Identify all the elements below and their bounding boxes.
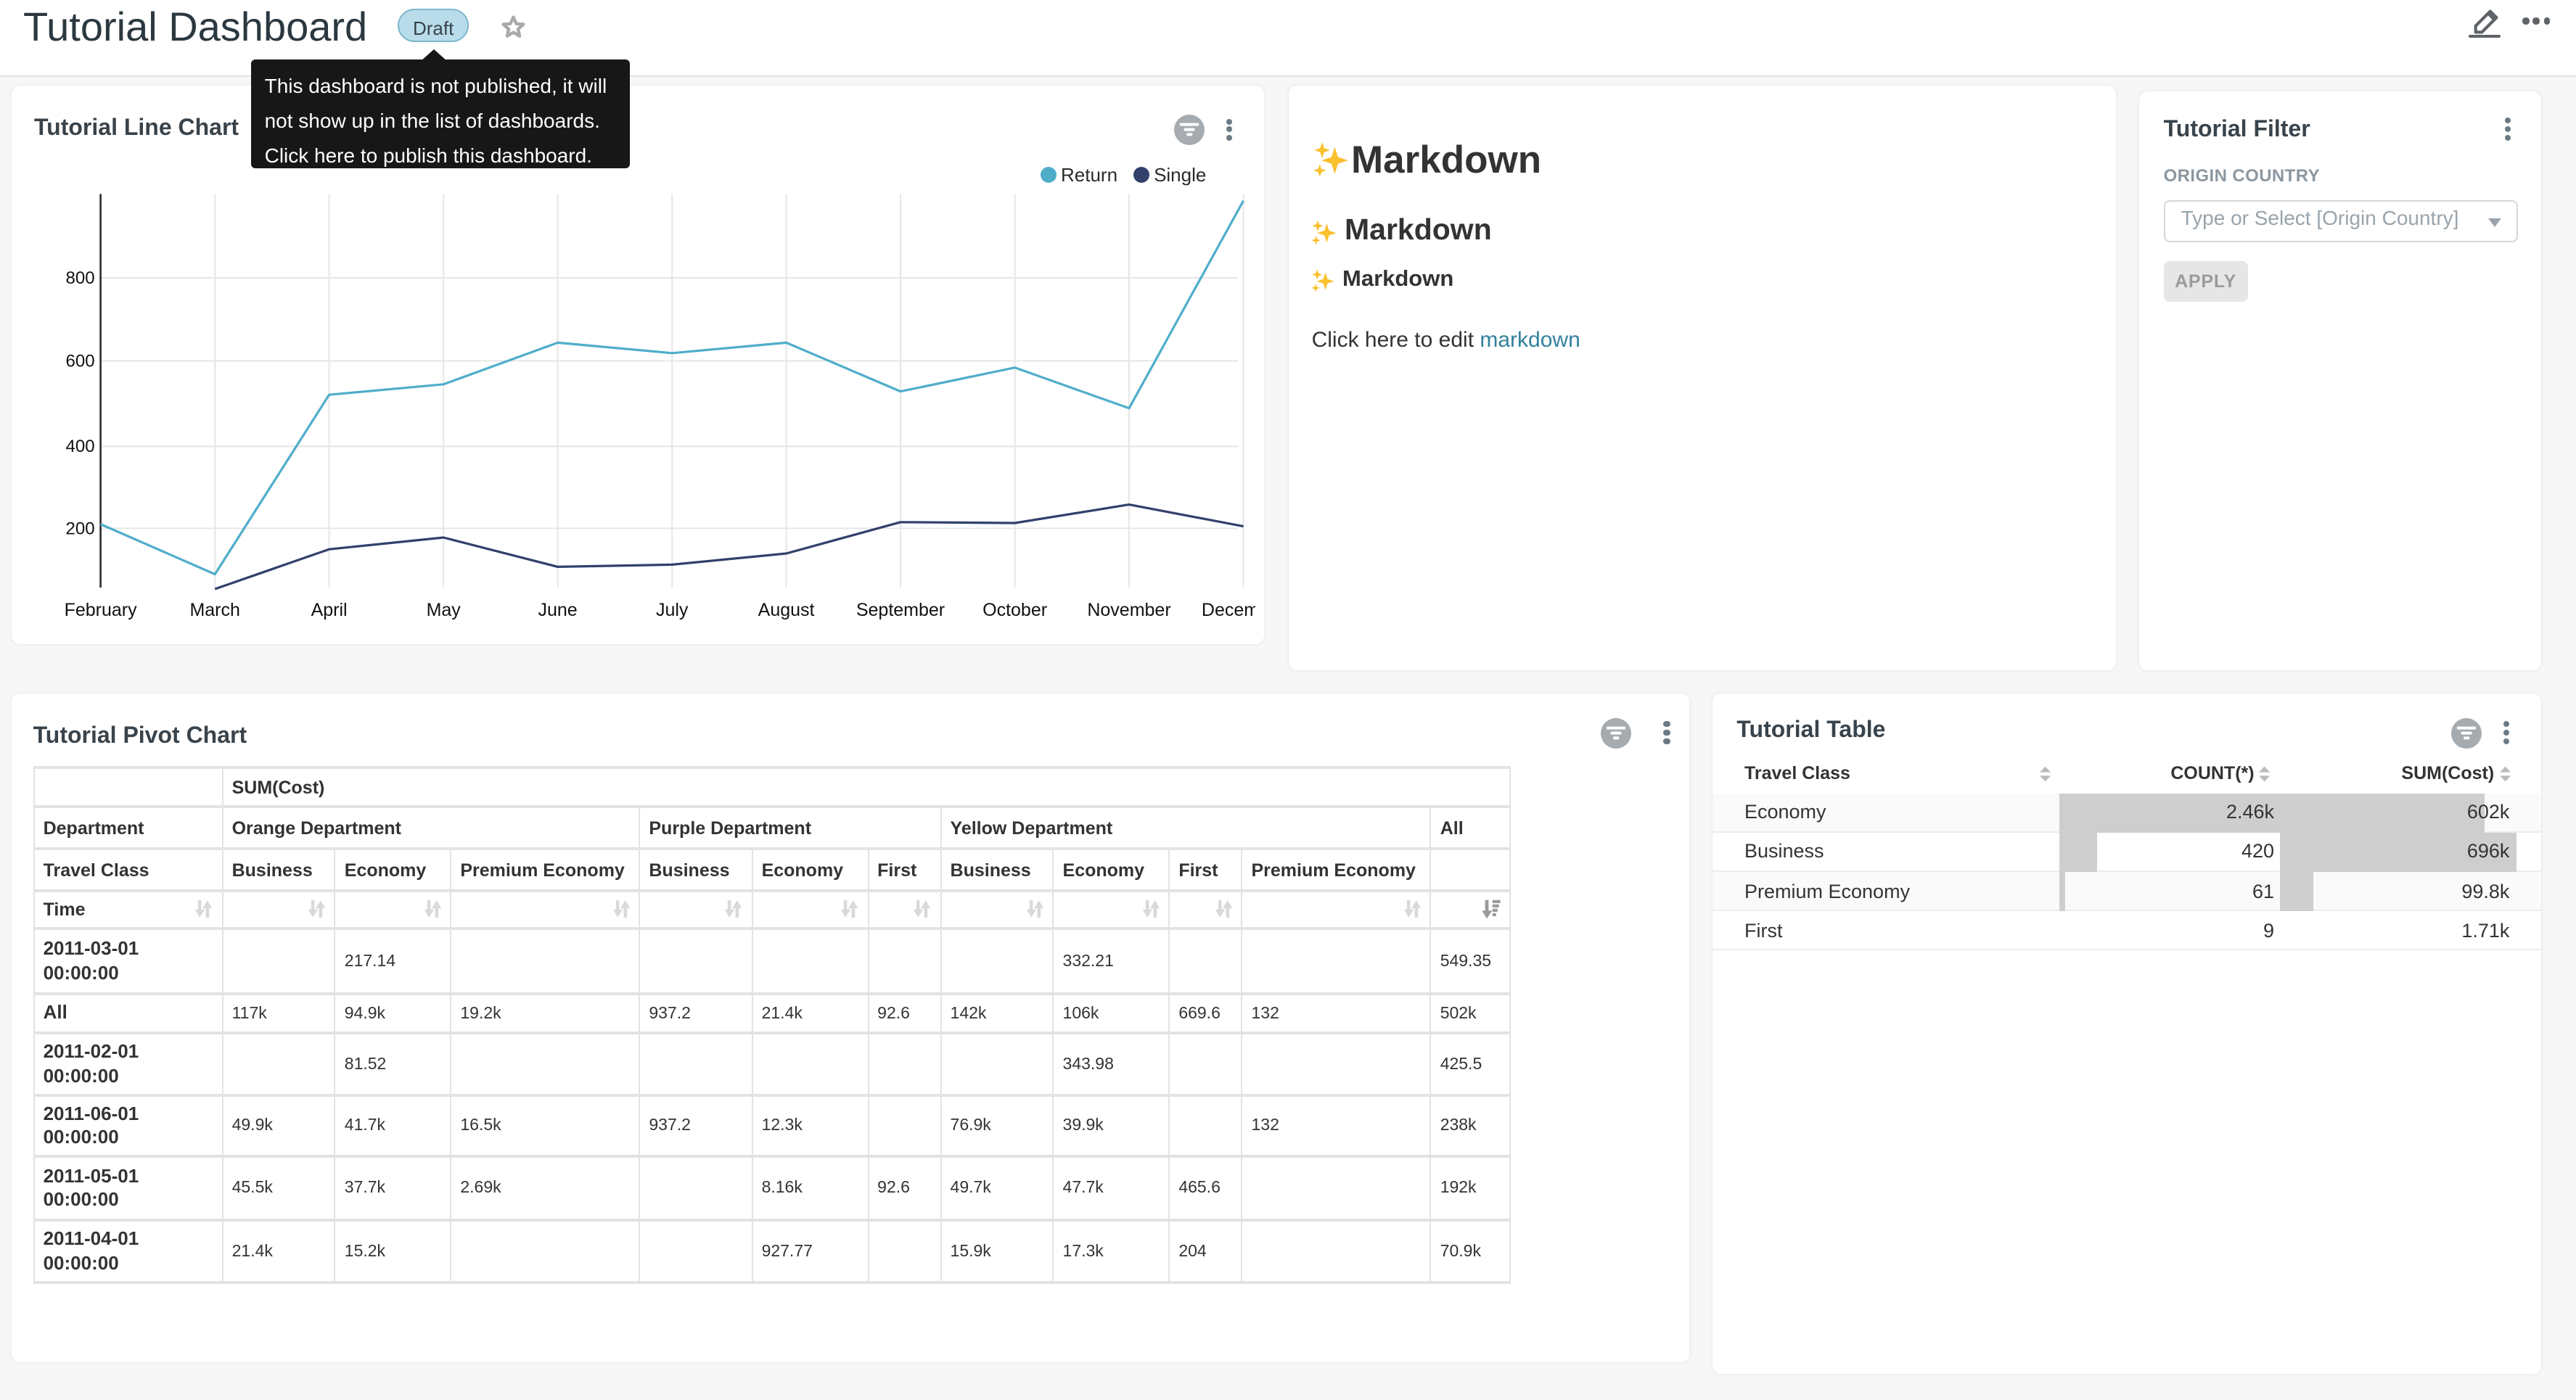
- svg-text:200: 200: [66, 519, 95, 538]
- svg-text:March: March: [189, 600, 239, 620]
- svg-text:June: June: [538, 600, 577, 620]
- svg-text:December: December: [1202, 600, 1255, 620]
- svg-text:February: February: [65, 600, 138, 620]
- svg-text:April: April: [311, 600, 348, 620]
- svg-text:800: 800: [66, 268, 95, 288]
- svg-text:September: September: [856, 600, 945, 620]
- svg-text:600: 600: [66, 351, 95, 371]
- svg-text:400: 400: [66, 437, 95, 456]
- svg-text:May: May: [427, 600, 462, 620]
- svg-text:November: November: [1087, 600, 1170, 620]
- svg-text:October: October: [983, 600, 1047, 620]
- svg-text:July: July: [656, 600, 689, 620]
- svg-text:August: August: [758, 600, 815, 620]
